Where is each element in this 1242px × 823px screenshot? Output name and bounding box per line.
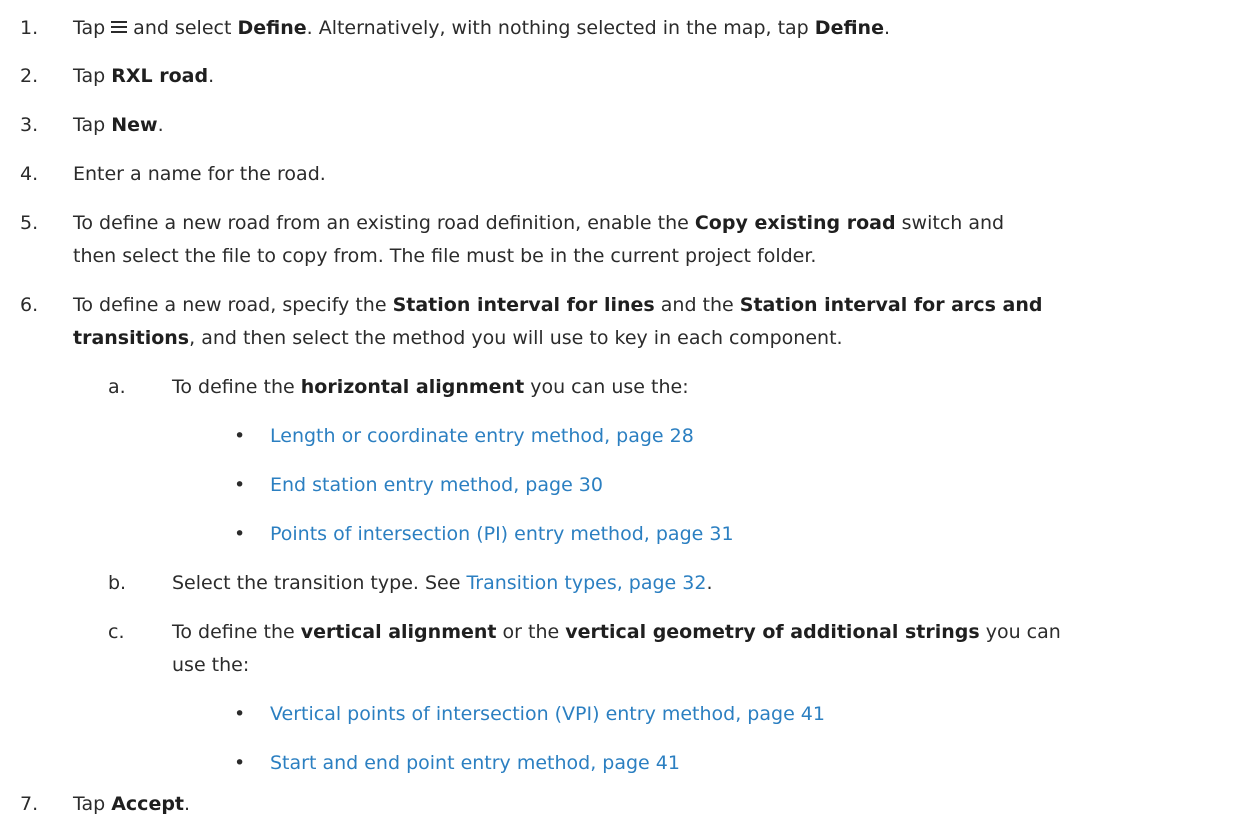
substep-b-pre: Select the transition type. See [172, 572, 461, 594]
step-number: 4. [20, 163, 39, 185]
substep-c-text: To define the vertical alignment or the … [172, 619, 1061, 645]
step-6-line2: transitions, and then select the method … [73, 325, 843, 351]
step-number: 5. [20, 212, 39, 234]
define-label-2: Define [814, 17, 884, 39]
step-5-line2: then select the file to copy from. The f… [73, 245, 817, 267]
step-4-text: Enter a name for the road. [73, 163, 326, 185]
rxl-road-label: RXL road [111, 65, 209, 87]
substep-a-pre: To define the [172, 376, 295, 398]
station-interval-arcs-label: Station interval for arcs and [739, 294, 1043, 316]
step-number: 6. [20, 294, 39, 316]
step-1-post: . [883, 17, 890, 39]
bullet-icon: • [234, 752, 246, 774]
substep-b-text: Select the transition type. See Transiti… [172, 570, 713, 596]
bullet-icon: • [234, 474, 246, 496]
substep-label: a. [108, 376, 126, 398]
step-3-text: Tap New. [73, 112, 164, 138]
hamburger-menu-icon [111, 20, 128, 33]
step-6-text: To define a new road, specify the Statio… [73, 292, 1043, 318]
copy-existing-road-label: Copy existing road [694, 212, 896, 234]
accept-label: Accept [111, 793, 185, 815]
step-number: 1. [20, 17, 39, 39]
step-5-pre: To define a new road from an existing ro… [73, 212, 689, 234]
substep-c-post: you can [985, 621, 1061, 643]
vertical-geometry-label: vertical geometry of additional strings [565, 621, 980, 643]
horizontal-alignment-label: horizontal alignment [300, 376, 525, 398]
station-interval-lines-label: Station interval for lines [392, 294, 655, 316]
step-3-post: . [157, 114, 164, 136]
substep-label: c. [108, 621, 125, 643]
step-7-pre: Tap [73, 793, 112, 815]
substep-label: b. [108, 572, 127, 594]
substep-c-line2: use the: [172, 654, 250, 676]
step-7-post: . [184, 793, 191, 815]
step-7-text: Tap Accept. [73, 791, 190, 817]
substep-c-mid: or the [502, 621, 560, 643]
define-label: Define [237, 17, 307, 39]
link-vpi[interactable]: Vertical points of intersection (VPI) en… [270, 701, 825, 727]
step-2-pre: Tap [73, 65, 106, 87]
step-1-pre: Tap [73, 17, 106, 39]
step-1-text: Tap and select Define. Alternatively, wit… [73, 15, 890, 41]
bullet-icon: • [234, 703, 246, 725]
substep-a-text: To define the horizontal alignment you c… [172, 374, 689, 400]
step-number: 2. [20, 65, 39, 87]
step-2-text: Tap RXL road. [73, 63, 214, 89]
step-number: 7. [20, 793, 39, 815]
link-length-coordinate[interactable]: Length or coordinate entry method, page … [270, 423, 694, 449]
step-number: 3. [20, 114, 39, 136]
link-transition-types[interactable]: Transition types, page 32 [466, 572, 706, 594]
substep-a-post: you can use the: [530, 376, 689, 398]
bullet-icon: • [234, 523, 246, 545]
substep-c-pre: To define the [172, 621, 295, 643]
step-6-pre: To define a new road, specify the [73, 294, 387, 316]
step-1-mid2: . Alternatively, with nothing selected i… [306, 17, 809, 39]
step-1-mid: and select [133, 17, 232, 39]
vertical-alignment-label: vertical alignment [300, 621, 497, 643]
new-label: New [111, 114, 158, 136]
step-2-post: . [208, 65, 215, 87]
link-points-of-intersection[interactable]: Points of intersection (PI) entry method… [270, 521, 734, 547]
link-end-station[interactable]: End station entry method, page 30 [270, 472, 603, 498]
bullet-icon: • [234, 425, 246, 447]
transitions-label: transitions [73, 327, 190, 349]
step-6-post: , and then select the method you will us… [189, 327, 843, 349]
step-5-text: To define a new road from an existing ro… [73, 210, 1004, 236]
step-5-post: switch and [901, 212, 1005, 234]
step-3-pre: Tap [73, 114, 106, 136]
link-start-end-point[interactable]: Start and end point entry method, page 4… [270, 750, 680, 776]
step-6-mid: and the [660, 294, 734, 316]
substep-b-post: . [706, 572, 713, 594]
